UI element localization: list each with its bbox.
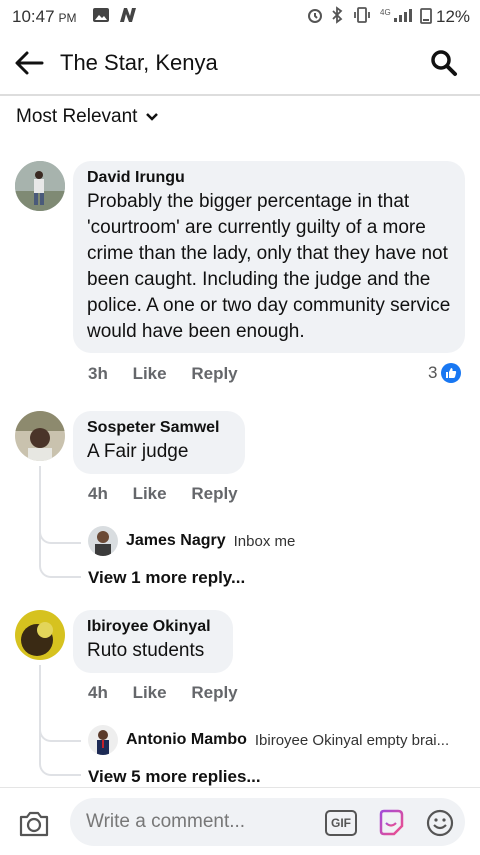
camera-icon[interactable] <box>18 810 50 838</box>
battery-icon <box>420 8 432 24</box>
view-more-replies-link[interactable]: View 5 more replies... <box>88 767 261 787</box>
comment-age: 4h <box>88 484 108 503</box>
avatar[interactable] <box>88 526 118 556</box>
signal-icon: 4G <box>380 8 412 22</box>
sort-filter-dropdown[interactable]: Most Relevant <box>16 106 159 128</box>
reply-preview[interactable]: Antonio Mambo Ibiroyee Okinyal empty bra… <box>88 725 449 755</box>
reply-preview[interactable]: James Nagry Inbox me <box>88 526 295 556</box>
svg-text:4G: 4G <box>380 8 391 17</box>
comment-actions: 4h Like Reply <box>88 683 258 703</box>
view-more-replies-link[interactable]: View 1 more reply... <box>88 568 245 588</box>
alarm-icon <box>308 9 322 23</box>
status-time: 10:47 PM <box>12 7 77 26</box>
comment-text: A Fair judge <box>87 441 189 462</box>
like-button[interactable]: Like <box>133 484 167 503</box>
reply-button[interactable]: Reply <box>191 683 237 702</box>
back-arrow-icon[interactable] <box>14 50 44 76</box>
avatar[interactable] <box>15 161 65 211</box>
search-icon[interactable] <box>430 49 458 77</box>
comment-text: Ruto students <box>87 640 205 661</box>
news-app-icon <box>120 8 136 22</box>
comment-text: Probably the bigger percentage in that '… <box>87 191 451 342</box>
avatar[interactable] <box>88 725 118 755</box>
reply-button[interactable]: Reply <box>191 484 237 503</box>
avatar[interactable] <box>15 411 65 461</box>
reply-text: Inbox me <box>233 532 296 550</box>
sort-filter-label: Most Relevant <box>16 106 138 127</box>
thumbs-up-icon <box>441 363 462 383</box>
gif-button[interactable]: GIF <box>325 810 357 836</box>
comment-age: 4h <box>88 683 108 702</box>
sticker-icon[interactable] <box>376 808 406 838</box>
comment-input-placeholder: Write a comment... <box>86 811 246 832</box>
reply-author[interactable]: Antonio Mambo <box>126 731 247 749</box>
reaction-summary[interactable]: 3 <box>428 363 462 383</box>
reply-button[interactable]: Reply <box>191 364 237 383</box>
comment-bubble[interactable]: David Irungu Probably the bigger percent… <box>73 161 465 353</box>
reaction-count: 3 <box>428 363 438 382</box>
reply-author[interactable]: James Nagry <box>126 532 226 550</box>
avatar[interactable] <box>15 610 65 660</box>
comment-actions: 4h Like Reply <box>88 484 258 504</box>
reply-text: Ibiroyee Okinyal empty brai... <box>254 731 450 749</box>
page-title: The Star, Kenya <box>60 50 218 75</box>
bluetooth-icon <box>332 6 343 24</box>
status-bar: 10:47 PM 4G 12% <box>0 0 480 32</box>
comment-composer: Write a comment... GIF <box>0 787 480 855</box>
like-button[interactable]: Like <box>133 683 167 702</box>
battery-percent: 12% <box>436 7 471 26</box>
comment-age: 3h <box>88 364 108 383</box>
top-bar: The Star, Kenya <box>0 32 480 96</box>
comment-author[interactable]: Ibiroyee Okinyal <box>87 618 219 636</box>
comment-author[interactable]: David Irungu <box>87 169 451 187</box>
vibrate-icon <box>354 7 370 23</box>
gallery-icon <box>93 8 109 22</box>
comment-bubble[interactable]: Sospeter Samwel A Fair judge <box>73 411 245 474</box>
comment-author[interactable]: Sospeter Samwel <box>87 419 231 437</box>
comment-bubble[interactable]: Ibiroyee Okinyal Ruto students <box>73 610 233 673</box>
comment-actions: 3h Like Reply <box>88 364 258 384</box>
like-button[interactable]: Like <box>133 364 167 383</box>
thread-connector <box>39 738 81 776</box>
thread-connector <box>39 540 81 578</box>
comment-input[interactable]: Write a comment... GIF <box>70 798 465 846</box>
emoji-icon[interactable] <box>425 808 455 838</box>
chevron-down-icon <box>146 113 159 121</box>
